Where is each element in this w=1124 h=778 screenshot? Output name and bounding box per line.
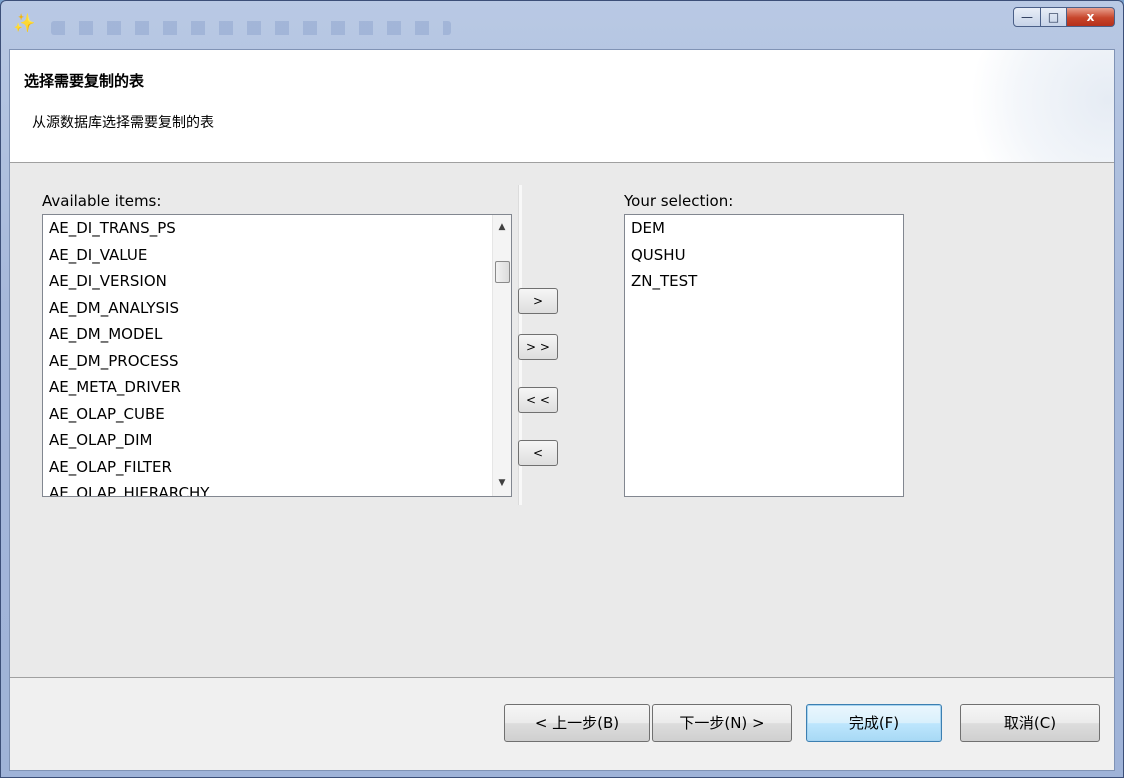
- next-button[interactable]: 下一步(N) >: [652, 704, 792, 742]
- list-item[interactable]: AE_META_DRIVER: [43, 374, 511, 401]
- list-item[interactable]: QUSHU: [625, 242, 903, 269]
- your-selection-label: Your selection:: [624, 192, 734, 210]
- available-scrollbar[interactable]: ▲ ▼: [492, 215, 511, 496]
- list-item[interactable]: AE_DM_MODEL: [43, 321, 511, 348]
- add-button[interactable]: >: [518, 288, 558, 314]
- list-item[interactable]: AE_OLAP_HIERARCHY: [43, 480, 511, 496]
- selection-list[interactable]: DEM QUSHU ZN_TEST: [624, 214, 904, 497]
- list-item[interactable]: AE_OLAP_FILTER: [43, 454, 511, 481]
- back-button[interactable]: < 上一步(B): [504, 704, 650, 742]
- scroll-thumb[interactable]: [495, 261, 510, 283]
- list-item[interactable]: DEM: [625, 215, 903, 242]
- header-decoration: [954, 50, 1114, 162]
- wizard-body: Available items: AE_DI_TRANS_PS AE_DI_VAL…: [10, 163, 1114, 677]
- minimize-button[interactable]: —: [1013, 7, 1041, 27]
- close-button[interactable]: x: [1067, 7, 1115, 27]
- list-item[interactable]: AE_DM_PROCESS: [43, 348, 511, 375]
- list-item[interactable]: AE_DM_ANALYSIS: [43, 295, 511, 322]
- background-toolbar: [51, 21, 451, 35]
- title-bar[interactable]: ✨ — □ x: [1, 1, 1123, 49]
- scroll-up-arrow-icon[interactable]: ▲: [493, 219, 511, 236]
- cancel-button[interactable]: 取消(C): [960, 704, 1100, 742]
- list-item[interactable]: AE_DI_VERSION: [43, 268, 511, 295]
- wizard-header: 选择需要复制的表 从源数据库选择需要复制的表: [10, 50, 1114, 163]
- page-title: 选择需要复制的表: [24, 72, 145, 90]
- wizard-footer: < 上一步(B) 下一步(N) > 完成(F) 取消(C): [10, 679, 1114, 770]
- add-all-button[interactable]: > >: [518, 334, 558, 360]
- wizard-icon: ✨: [13, 13, 36, 34]
- available-items-label: Available items:: [42, 192, 162, 210]
- available-items-list[interactable]: AE_DI_TRANS_PS AE_DI_VALUE AE_DI_VERSION AE…: [42, 214, 512, 497]
- list-item[interactable]: ZN_TEST: [625, 268, 903, 295]
- scroll-down-arrow-icon[interactable]: ▼: [493, 475, 511, 492]
- maximize-button[interactable]: □: [1041, 7, 1067, 27]
- page-description: 从源数据库选择需要复制的表: [32, 115, 214, 131]
- window-controls: — □ x: [1013, 7, 1115, 29]
- list-item[interactable]: AE_OLAP_CUBE: [43, 401, 511, 428]
- available-items-container: AE_DI_TRANS_PS AE_DI_VALUE AE_DI_VERSION AE…: [43, 215, 511, 496]
- finish-button[interactable]: 完成(F): [806, 704, 942, 742]
- wizard-client-area: 选择需要复制的表 从源数据库选择需要复制的表 Available items: …: [9, 49, 1115, 771]
- selection-items-container: DEM QUSHU ZN_TEST: [625, 215, 903, 295]
- wizard-window: ✨ — □ x 选择需要复制的表 从源数据库选择需要复制的表 Available…: [0, 0, 1124, 778]
- list-item[interactable]: AE_DI_VALUE: [43, 242, 511, 269]
- list-item[interactable]: AE_DI_TRANS_PS: [43, 215, 511, 242]
- remove-button[interactable]: <: [518, 440, 558, 466]
- list-item[interactable]: AE_OLAP_DIM: [43, 427, 511, 454]
- remove-all-button[interactable]: < <: [518, 387, 558, 413]
